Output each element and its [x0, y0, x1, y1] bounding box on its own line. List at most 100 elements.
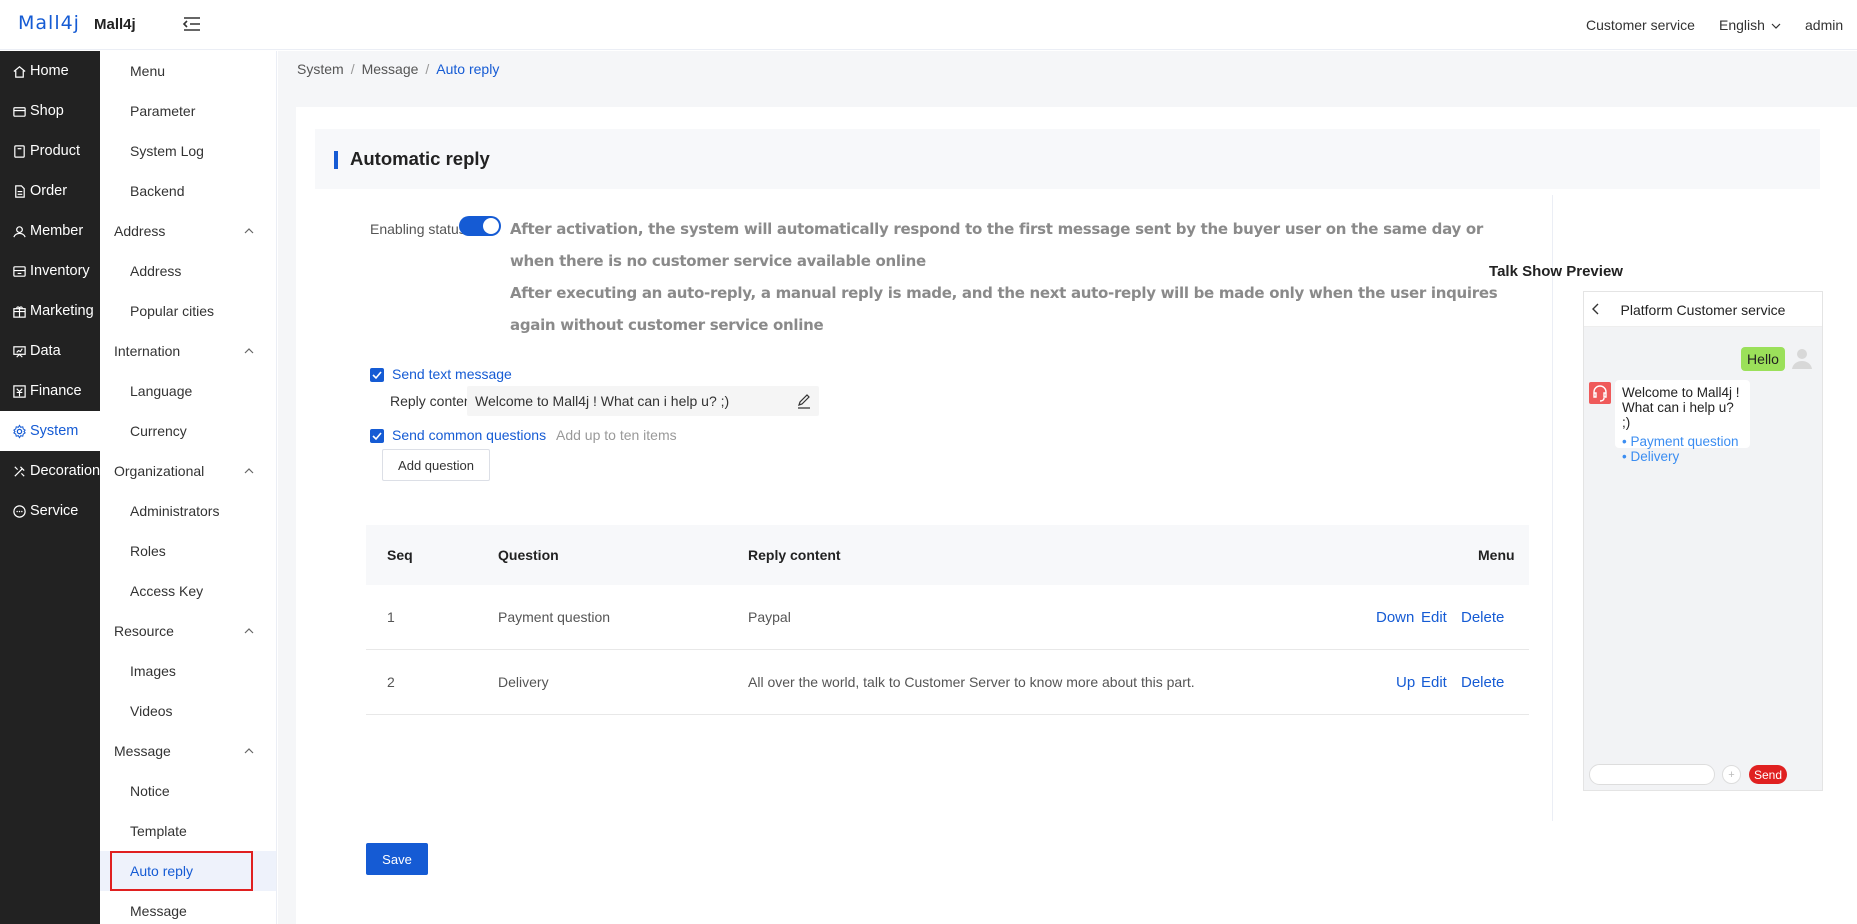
nav-item-label: Decoration	[30, 463, 100, 479]
submenu-item-notice[interactable]: Notice	[100, 771, 276, 811]
nav-item-decoration[interactable]: Decoration	[0, 451, 100, 491]
nav-item-data[interactable]: Data	[0, 331, 100, 371]
chevron-up-icon	[244, 628, 254, 634]
nav-item-label: System	[30, 423, 79, 439]
submenu-item-administrators[interactable]: Administrators	[100, 491, 276, 531]
chat-preview-phone: Platform Customer service Hello Welcome …	[1583, 291, 1823, 791]
title-accent-bar	[334, 151, 338, 169]
save-button[interactable]: Save	[366, 843, 428, 875]
edit-button[interactable]: Edit	[1421, 674, 1447, 691]
nav-item-home[interactable]: Home	[0, 51, 100, 91]
cell-question: Delivery	[498, 674, 549, 690]
nav-item-member[interactable]: Member	[0, 211, 100, 251]
send-button[interactable]: Send	[1749, 765, 1787, 784]
user-message-bubble: Hello	[1741, 347, 1785, 371]
submenu-group-label: Resource	[114, 623, 174, 639]
send-text-checkbox[interactable]	[370, 368, 384, 382]
down-button[interactable]: Down	[1376, 609, 1414, 626]
submenu-item-message[interactable]: Message	[100, 891, 276, 924]
submenu-item-roles[interactable]: Roles	[100, 531, 276, 571]
chat-title: Platform Customer service	[1620, 302, 1786, 318]
submenu-item-currency[interactable]: Currency	[100, 411, 276, 451]
preview-question-link[interactable]: • Payment question	[1622, 434, 1743, 449]
logo: Mall4j	[18, 12, 80, 34]
headset-icon	[1593, 385, 1607, 402]
send-text-label[interactable]: Send text message	[392, 366, 512, 382]
service-chat-icon	[13, 504, 26, 518]
enabling-description: After activation, the system will automa…	[510, 213, 1500, 341]
plus-icon[interactable]: +	[1722, 765, 1741, 784]
col-question: Question	[498, 547, 559, 563]
service-message-bubble: Welcome to Mall4j ! What can i help u? ;…	[1615, 380, 1750, 464]
submenu-item-template[interactable]: Template	[100, 811, 276, 851]
nav-item-system[interactable]: System	[0, 411, 100, 451]
submenu-group-resource[interactable]: Resource	[100, 611, 276, 651]
user-avatar-icon	[1789, 344, 1815, 370]
submenu-item-address[interactable]: Address	[100, 251, 276, 291]
chevron-up-icon	[244, 468, 254, 474]
add-question-button[interactable]: Add question	[382, 449, 490, 481]
nav-item-label: Home	[30, 63, 69, 79]
submenu-item-parameter[interactable]: Parameter	[100, 91, 276, 131]
language-dropdown[interactable]: English	[1719, 17, 1781, 33]
enabling-status-toggle[interactable]	[459, 216, 501, 236]
cell-seq: 1	[387, 609, 395, 625]
delete-button[interactable]: Delete	[1461, 609, 1504, 626]
breadcrumb: System / Message / Auto reply	[297, 61, 500, 77]
nav-item-marketing[interactable]: Marketing	[0, 291, 100, 331]
submenu-item-system-log[interactable]: System Log	[100, 131, 276, 171]
nav-item-label: Data	[30, 343, 61, 359]
main-nav: Home Shop Product Order Member Inventory…	[0, 51, 100, 924]
toggle-knob	[483, 218, 499, 234]
nav-item-product[interactable]: Product	[0, 131, 100, 171]
edit-pen-icon[interactable]	[795, 392, 813, 410]
user-menu[interactable]: admin	[1805, 17, 1843, 33]
submenu-item-auto-reply[interactable]: Auto reply	[100, 851, 276, 891]
nav-item-shop[interactable]: Shop	[0, 91, 100, 131]
customer-service-link[interactable]: Customer service	[1586, 17, 1695, 33]
system-submenu: Menu Parameter System Log Backend Addres…	[100, 51, 277, 924]
submenu-item-menu[interactable]: Menu	[100, 51, 276, 91]
send-questions-checkbox[interactable]	[370, 429, 384, 443]
submenu-item-videos[interactable]: Videos	[100, 691, 276, 731]
language-label: English	[1719, 17, 1765, 33]
nav-item-label: Member	[30, 223, 84, 239]
send-questions-label[interactable]: Send common questions	[392, 427, 546, 443]
decoration-icon	[14, 465, 25, 477]
nav-item-service[interactable]: Service	[0, 491, 100, 531]
submenu-group-message[interactable]: Message	[100, 731, 276, 771]
nav-item-finance[interactable]: Finance	[0, 371, 100, 411]
edit-button[interactable]: Edit	[1421, 609, 1447, 626]
submenu-group-organizational[interactable]: Organizational	[100, 451, 276, 491]
chevron-up-icon	[244, 748, 254, 754]
cell-reply: All over the world, talk to Customer Ser…	[748, 674, 1195, 690]
menu-collapse-icon[interactable]	[182, 14, 202, 34]
submenu-item-images[interactable]: Images	[100, 651, 276, 691]
nav-item-order[interactable]: Order	[0, 171, 100, 211]
submenu-item-backend[interactable]: Backend	[100, 171, 276, 211]
breadcrumb-system[interactable]: System	[297, 61, 344, 77]
check-icon	[372, 371, 382, 380]
submenu-item-access-key[interactable]: Access Key	[100, 571, 276, 611]
reply-content-field[interactable]: Welcome to Mall4j ! What can i help u? ;…	[467, 386, 819, 416]
section-title-bar: Automatic reply	[315, 129, 1820, 189]
up-button[interactable]: Up	[1396, 674, 1415, 691]
preview-question-link[interactable]: • Delivery	[1622, 449, 1743, 464]
chat-input-bar: + Send	[1584, 760, 1822, 790]
submenu-item-popular-cities[interactable]: Popular cities	[100, 291, 276, 331]
nav-item-label: Marketing	[30, 303, 94, 319]
chat-input[interactable]	[1589, 764, 1715, 785]
col-reply-content: Reply content	[748, 547, 841, 563]
product-icon	[14, 144, 25, 158]
col-menu: Menu	[1478, 547, 1515, 563]
submenu-group-address[interactable]: Address	[100, 211, 276, 251]
submenu-group-internation[interactable]: Internation	[100, 331, 276, 371]
col-seq: Seq	[387, 547, 413, 563]
system-gear-icon	[13, 423, 26, 439]
delete-button[interactable]: Delete	[1461, 674, 1504, 691]
breadcrumb-message[interactable]: Message	[362, 61, 419, 77]
chevron-up-icon	[244, 348, 254, 354]
submenu-item-language[interactable]: Language	[100, 371, 276, 411]
shop-icon	[13, 106, 26, 117]
nav-item-inventory[interactable]: Inventory	[0, 251, 100, 291]
